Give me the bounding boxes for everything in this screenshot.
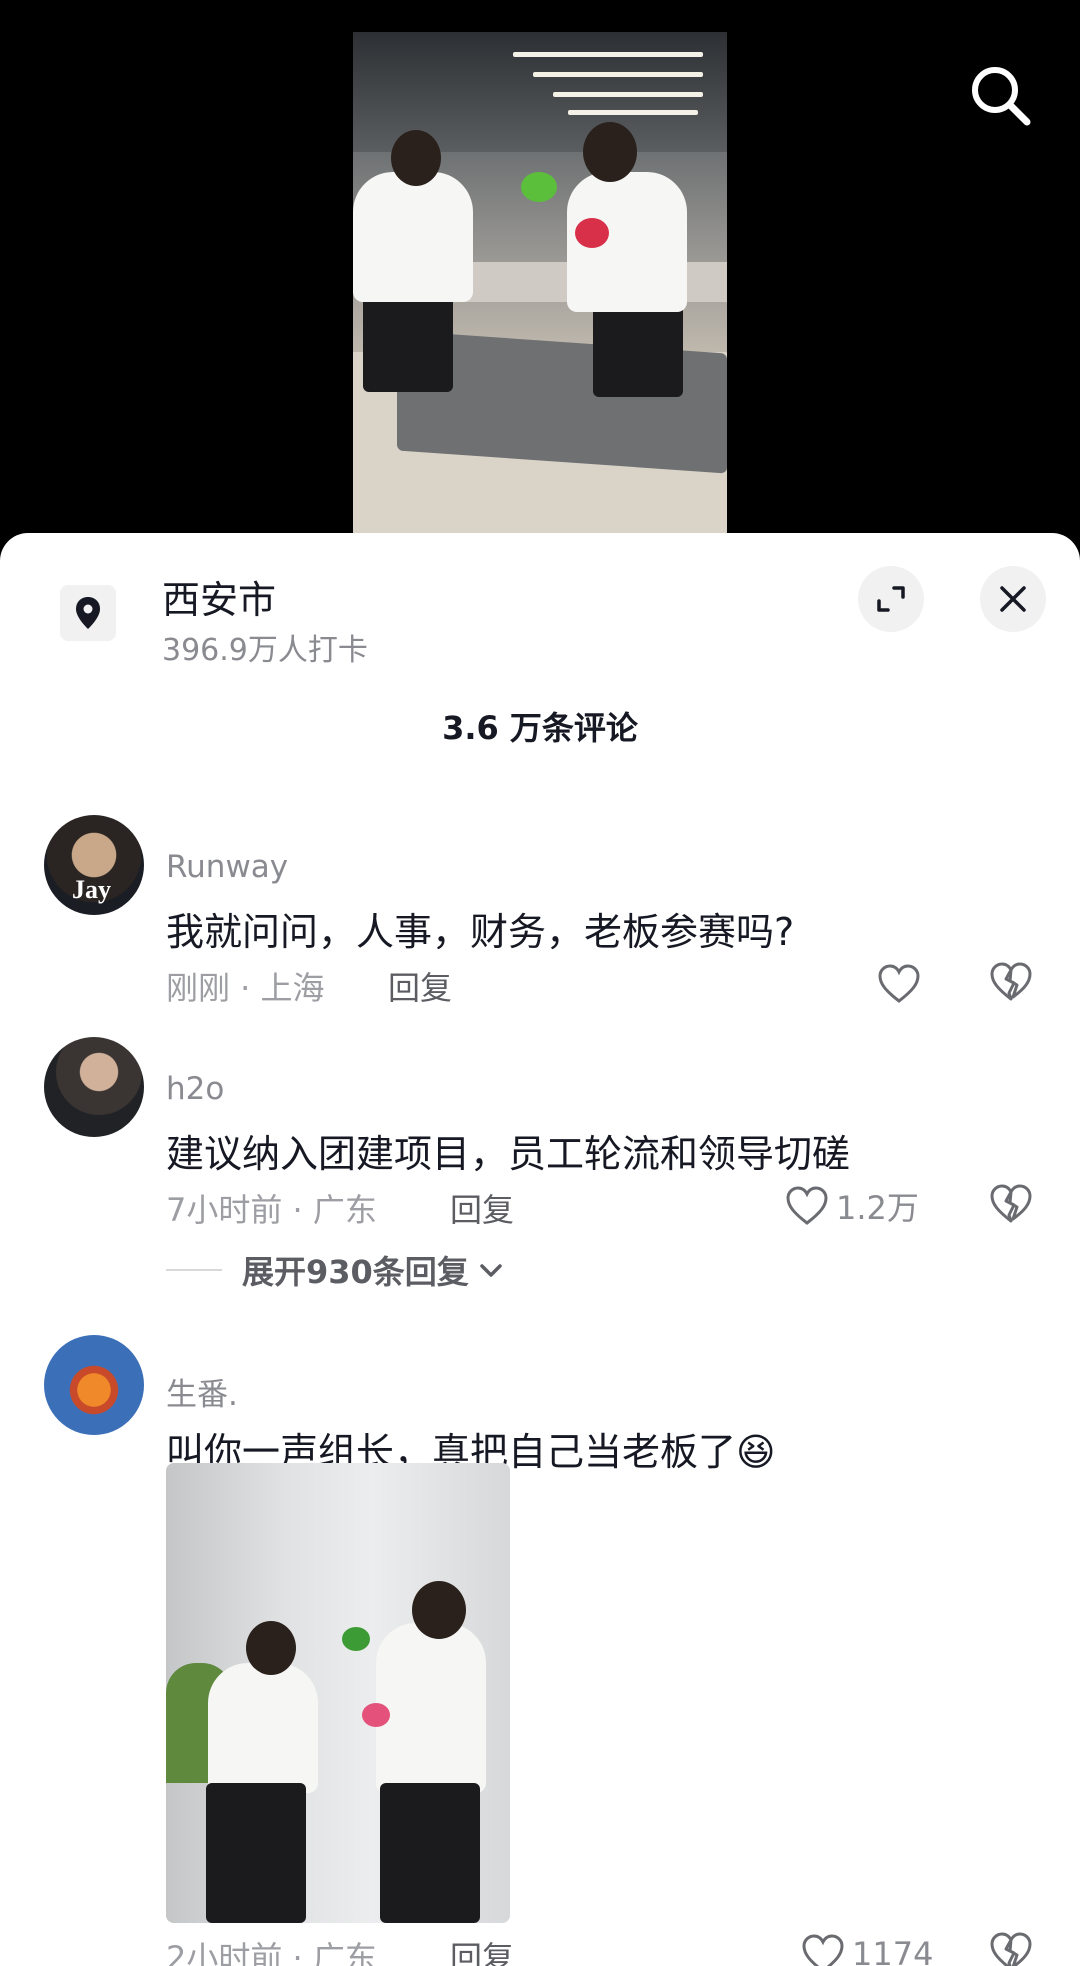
comments-sheet: 西安市 396.9万人打卡 3.6 万条评论 Jay Runway 我就问问，人… — [0, 533, 1080, 1966]
close-icon — [1000, 586, 1026, 612]
video-fighter-left-head — [391, 130, 441, 186]
video-light — [553, 92, 703, 97]
heart-icon — [802, 1934, 844, 1966]
image-fighter-left — [208, 1663, 318, 1793]
comment-meta: 2小时前 · 广东 — [166, 1939, 377, 1966]
video-frame[interactable] — [353, 32, 727, 534]
reply-button[interactable]: 回复 — [450, 1185, 514, 1231]
avatar[interactable] — [44, 1335, 144, 1435]
avatar[interactable] — [44, 1037, 144, 1137]
comment-text: 建议纳入团建项目，员工轮流和领导切磋 — [166, 1132, 851, 1176]
comment-meta: 刚刚 · 上海 — [166, 969, 325, 1007]
expand-replies-label: 展开930条回复 — [242, 1253, 469, 1291]
heart-icon — [878, 964, 920, 1003]
comment-item: h2o 建议纳入团建项目，员工轮流和领导切磋 7小时前 · 广东 回复 1.2万 — [0, 1035, 1080, 1235]
reply-button[interactable]: 回复 — [388, 963, 452, 1009]
image-glove — [362, 1703, 390, 1727]
comment-username[interactable]: 生番. — [166, 1369, 238, 1414]
heart-icon — [786, 1186, 828, 1225]
video-light — [513, 52, 703, 57]
comment-item: 生番. 叫你一声组长，真把自己当老板了😆 — [0, 1333, 1080, 1966]
broken-heart-icon — [990, 1184, 1032, 1223]
location-checkins: 396.9万人打卡 — [162, 633, 368, 668]
close-button[interactable] — [980, 566, 1046, 632]
broken-heart-icon — [990, 962, 1032, 1001]
like-button[interactable] — [876, 961, 928, 1007]
video-fighter-left — [353, 172, 473, 302]
comment-count: 3.6 万条评论 — [442, 709, 638, 747]
video-light — [568, 110, 698, 115]
image-glove — [342, 1627, 370, 1651]
image-fighter-left-legs — [206, 1783, 306, 1923]
image-fighter-right-legs — [380, 1783, 480, 1923]
video-glove — [521, 172, 557, 202]
comment-username[interactable]: h2o — [166, 1071, 224, 1107]
expand-button[interactable] — [858, 566, 924, 632]
dislike-button[interactable] — [988, 1183, 1034, 1229]
like-count: 1174 — [852, 1935, 934, 1966]
comment-meta: 7小时前 · 广东 — [166, 1191, 377, 1229]
video-fighter-right-legs — [593, 302, 683, 397]
chevron-down-icon — [480, 1264, 502, 1277]
emoji: 😆 — [736, 1430, 776, 1474]
location-pin-icon — [76, 597, 100, 629]
location-icon-box[interactable] — [60, 585, 116, 641]
comment-image[interactable] — [166, 1463, 510, 1923]
avatar[interactable]: Jay — [44, 815, 144, 915]
video-glove — [575, 218, 609, 248]
image-fighter-right-head — [412, 1581, 466, 1639]
dislike-button[interactable] — [988, 961, 1034, 1007]
avatar-label: Jay — [72, 875, 111, 904]
expand-icon — [877, 586, 905, 612]
broken-heart-icon — [990, 1932, 1032, 1966]
comment-item: Jay Runway 我就问问，人事，财务，老板参赛吗? 刚刚 · 上海 回复 — [0, 813, 1080, 1013]
comment-username[interactable]: Runway — [166, 849, 288, 885]
like-button[interactable]: 1174 — [800, 1931, 933, 1966]
video-player[interactable] — [0, 0, 1080, 560]
reply-button[interactable]: 回复 — [450, 1933, 514, 1966]
video-fighter-right-head — [583, 122, 637, 182]
like-count: 1.2万 — [836, 1189, 919, 1227]
location-name[interactable]: 西安市 — [162, 569, 276, 624]
comment-text: 我就问问，人事，财务，老板参赛吗? — [166, 910, 795, 954]
like-button[interactable]: 1.2万 — [784, 1183, 919, 1229]
search-icon — [972, 67, 1031, 126]
image-fighter-left-head — [246, 1621, 296, 1675]
video-light — [533, 72, 703, 77]
image-fighter-right — [376, 1623, 486, 1793]
dislike-button[interactable] — [988, 1931, 1034, 1966]
expand-replies-button[interactable]: 展开930条回复 — [166, 1247, 507, 1293]
divider-line — [166, 1269, 222, 1271]
search-button[interactable] — [965, 60, 1035, 130]
